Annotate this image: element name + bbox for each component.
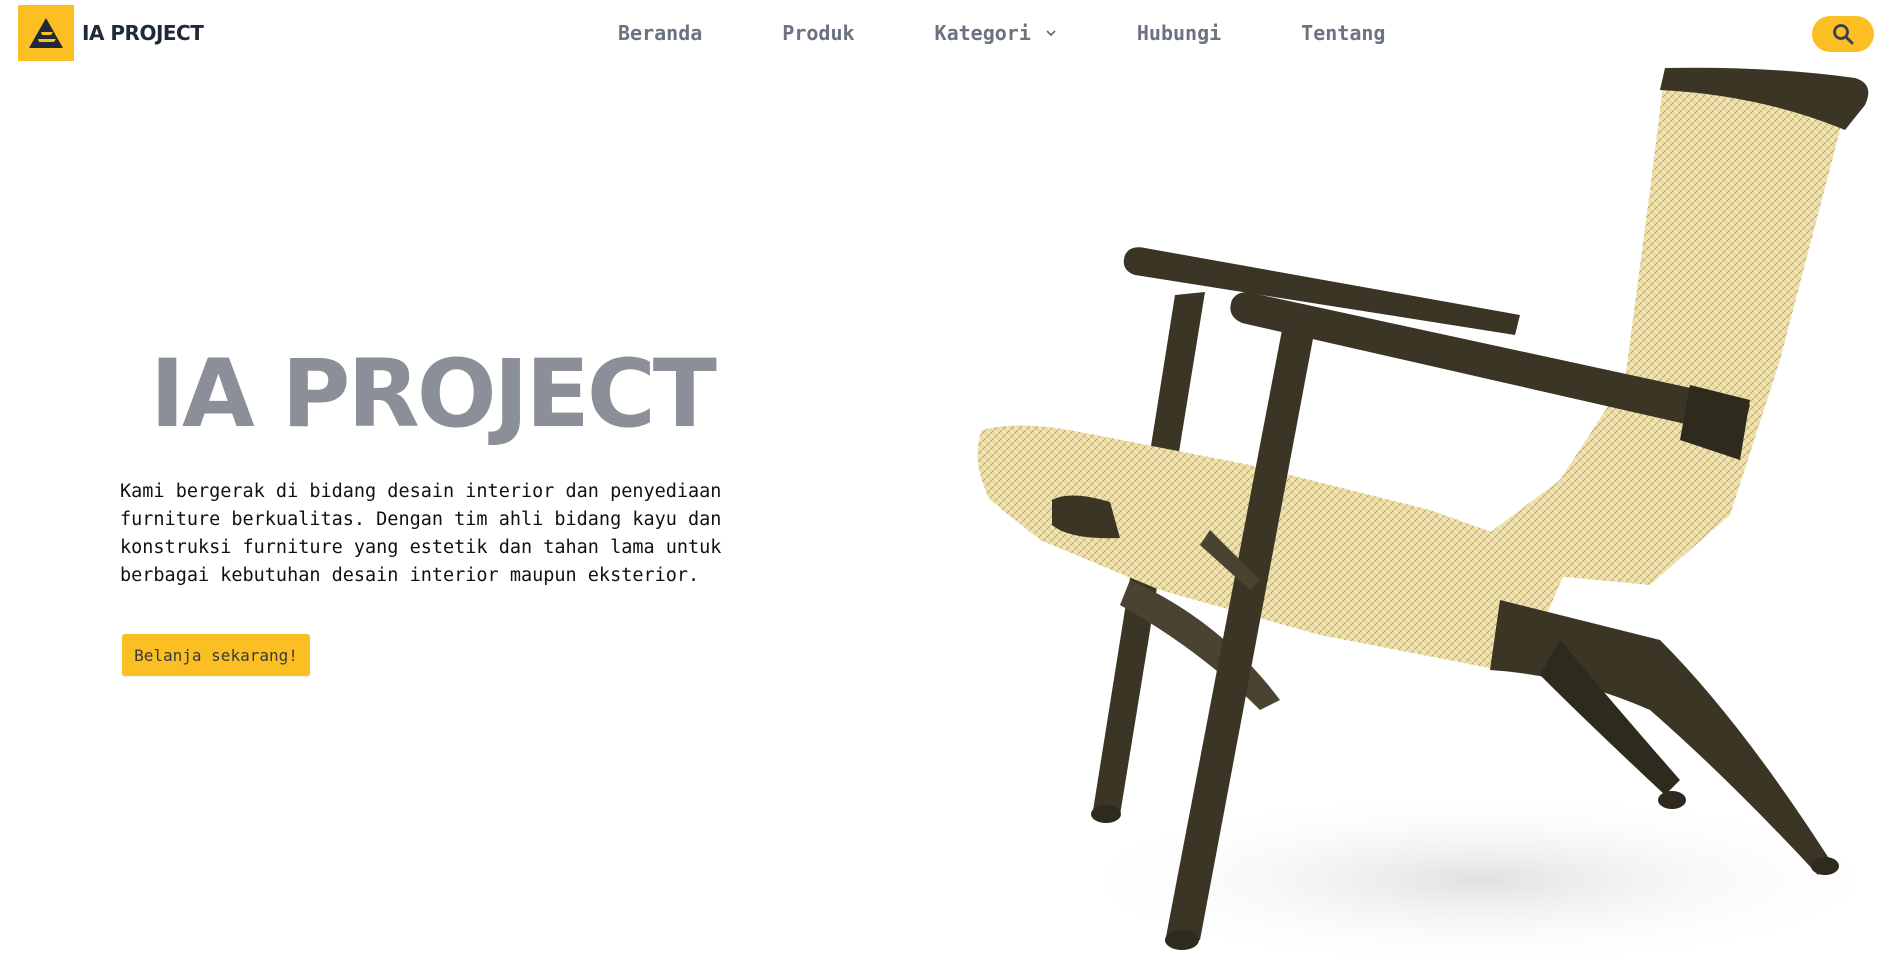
navbar: IA PROJECT Beranda Produk Kategori Hubun… (0, 0, 1898, 66)
logo-mark-icon (29, 18, 63, 48)
nav-links: Beranda Produk Kategori Hubungi Tentang (578, 14, 1425, 52)
nav-link-label: Hubungi (1136, 21, 1222, 45)
hero-chair-image (977, 67, 1880, 955)
nav-link-kategori[interactable]: Kategori (895, 21, 1097, 45)
hero-description: Kami bergerak di bidang desain interior … (120, 481, 722, 586)
nav-link-label: Beranda (618, 21, 703, 45)
shop-now-button[interactable]: Belanja sekarang! (122, 634, 310, 676)
brand-logo (18, 5, 74, 61)
brand-name: IA PROJECT (82, 21, 204, 45)
nav-link-produk[interactable]: Produk (742, 21, 894, 45)
brand-link[interactable]: IA PROJECT (18, 5, 204, 61)
nav-link-tentang[interactable]: Tentang (1261, 21, 1425, 45)
nav-link-beranda[interactable]: Beranda (578, 21, 742, 45)
hero-title: IA PROJECT (150, 340, 717, 449)
nav-link-label: Kategori (934, 21, 1031, 45)
nav-link-label: Tentang (1301, 21, 1386, 45)
search-button[interactable] (1812, 16, 1874, 52)
chevron-down-icon (1045, 29, 1057, 37)
nav-link-label: Produk (782, 21, 855, 45)
nav-link-hubungi[interactable]: Hubungi (1097, 21, 1261, 45)
search-icon (1833, 24, 1854, 45)
